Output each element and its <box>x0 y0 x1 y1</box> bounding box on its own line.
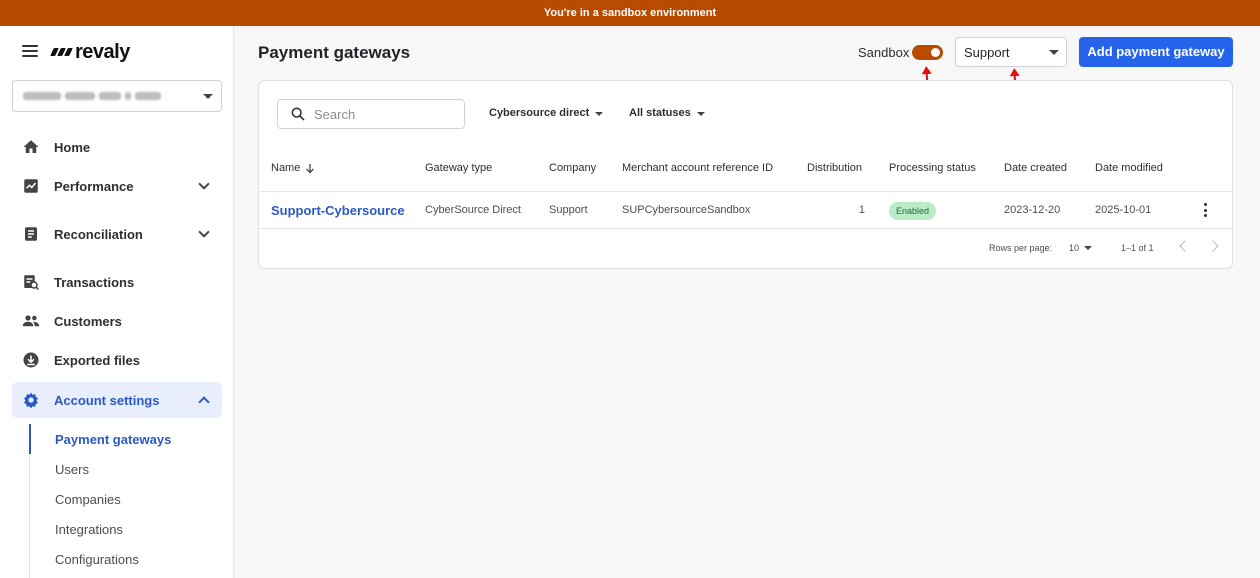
gateway-name-link[interactable]: Support-Cybersource <box>271 203 405 218</box>
column-header-distribution[interactable]: Distribution <box>807 162 862 174</box>
sidebar: revaly Home Performance Reconciliation T… <box>0 26 234 578</box>
rows-per-page-value: 10 <box>1069 243 1080 253</box>
download-icon <box>22 351 40 369</box>
receipt-search-icon <box>22 273 40 291</box>
column-header-gateway-type[interactable]: Gateway type <box>425 162 492 174</box>
cell-company: Support <box>549 204 588 216</box>
sandbox-label: Sandbox <box>858 45 910 60</box>
hamburger-menu-icon[interactable] <box>22 45 38 57</box>
table-divider <box>259 228 1232 229</box>
column-header-date-modified[interactable]: Date modified <box>1095 162 1163 174</box>
caret-down-icon <box>696 111 705 116</box>
company-select[interactable]: Support <box>955 37 1067 67</box>
column-header-name[interactable]: Name <box>271 162 315 174</box>
caret-down-icon <box>1084 246 1093 250</box>
sidebar-subitem-configurations[interactable]: Configurations <box>55 552 139 567</box>
sidebar-item-label: Home <box>54 139 91 155</box>
chart-icon <box>22 177 40 195</box>
sidebar-item-exported-files[interactable]: Exported files <box>12 342 222 378</box>
column-header-merchant-ref[interactable]: Merchant account reference ID <box>622 162 773 174</box>
gateway-type-filter-label: Cybersource direct <box>489 107 590 119</box>
caret-down-icon <box>1049 50 1059 55</box>
active-subitem-indicator <box>29 424 31 454</box>
column-header-company[interactable]: Company <box>549 162 596 174</box>
organization-name-redacted <box>23 92 161 100</box>
search-box[interactable] <box>277 99 465 129</box>
revaly-logo-icon <box>50 48 73 56</box>
organization-select[interactable] <box>12 80 222 112</box>
sidebar-item-label: Reconciliation <box>54 226 143 242</box>
sandbox-banner: You're in a sandbox environment <box>0 0 1260 26</box>
home-icon <box>22 138 40 156</box>
sidebar-item-label: Exported files <box>54 352 140 368</box>
sidebar-item-label: Performance <box>54 178 134 194</box>
sandbox-toggle[interactable] <box>912 45 943 60</box>
sort-arrow-down-icon <box>306 163 315 173</box>
sidebar-item-reconciliation[interactable]: Reconciliation <box>12 216 222 252</box>
pagination-range: 1–1 of 1 <box>1121 243 1154 253</box>
sidebar-subitem-companies[interactable]: Companies <box>55 492 121 507</box>
next-page-icon[interactable] <box>1207 240 1219 252</box>
search-input[interactable] <box>314 106 454 122</box>
revaly-logo[interactable]: revaly <box>50 40 130 64</box>
sidebar-item-label: Transactions <box>54 274 135 290</box>
gateway-type-filter[interactable]: Cybersource direct <box>489 107 604 119</box>
sidebar-subitem-users[interactable]: Users <box>55 462 89 477</box>
rows-per-page-select[interactable]: 10 <box>1069 243 1093 253</box>
status-filter-label: All statuses <box>629 107 691 119</box>
previous-page-icon[interactable] <box>1179 240 1191 252</box>
column-header-label: Name <box>271 162 301 174</box>
cell-date-modified: 2025-10-01 <box>1095 204 1152 216</box>
cell-gateway-type: CyberSource Direct <box>425 204 521 216</box>
sidebar-item-label: Customers <box>54 313 122 329</box>
sidebar-item-home[interactable]: Home <box>12 129 222 165</box>
rows-per-page-label: Rows per page: <box>989 243 1053 253</box>
status-badge: Enabled <box>889 202 937 220</box>
sidebar-item-label: Account settings <box>54 392 160 408</box>
search-icon <box>291 107 305 121</box>
subnav-divider <box>29 454 30 578</box>
caret-down-icon <box>203 94 213 99</box>
gear-icon <box>22 391 40 409</box>
page-title: Payment gateways <box>258 43 411 62</box>
cell-merchant-ref: SUPCybersourceSandbox <box>622 204 751 216</box>
sidebar-item-performance[interactable]: Performance <box>12 168 222 204</box>
people-icon <box>22 312 40 330</box>
sidebar-item-customers[interactable]: Customers <box>12 303 222 339</box>
add-payment-gateway-button[interactable]: Add payment gateway <box>1079 37 1233 67</box>
column-header-date-created[interactable]: Date created <box>1004 162 1067 174</box>
payment-gateways-card: Cybersource direct All statuses Name Gat… <box>258 80 1233 269</box>
status-filter[interactable]: All statuses <box>629 107 705 119</box>
table-divider <box>259 191 1232 192</box>
document-icon <box>22 225 40 243</box>
company-select-value: Support <box>964 45 1010 60</box>
caret-down-icon <box>595 111 604 116</box>
sidebar-subitem-integrations[interactable]: Integrations <box>55 522 123 537</box>
sidebar-item-transactions[interactable]: Transactions <box>12 264 222 300</box>
cell-date-created: 2023-12-20 <box>1004 204 1061 216</box>
sidebar-item-account-settings[interactable]: Account settings <box>12 382 222 418</box>
column-header-processing-status[interactable]: Processing status <box>889 162 976 174</box>
chevron-down-icon <box>198 178 210 190</box>
cell-distribution: 1 <box>858 204 865 216</box>
sidebar-subitem-payment-gateways[interactable]: Payment gateways <box>55 432 171 447</box>
chevron-down-icon <box>198 226 210 238</box>
logo-text: revaly <box>75 40 130 63</box>
chevron-up-icon <box>198 396 210 408</box>
more-options-icon[interactable] <box>1203 203 1207 217</box>
